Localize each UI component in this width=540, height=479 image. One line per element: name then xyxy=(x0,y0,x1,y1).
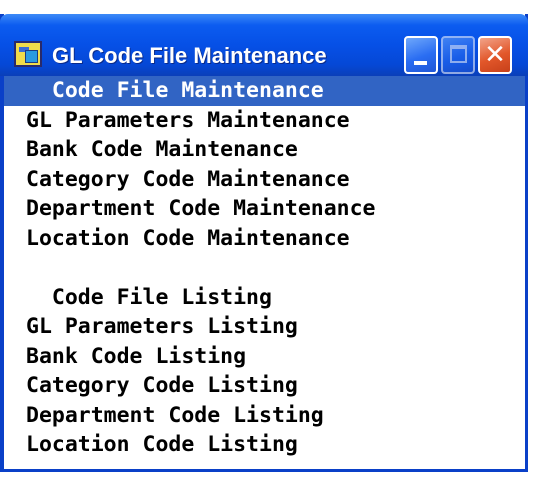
menu-item-label: GL Parameters Maintenance xyxy=(26,107,350,133)
menu-item-gl-parameters-listing[interactable]: GL Parameters Listing xyxy=(4,312,525,342)
maximize-button[interactable] xyxy=(441,36,475,74)
menu-item-gl-parameters-maintenance[interactable]: GL Parameters Maintenance xyxy=(4,106,525,136)
menu-header-label: Code File Listing xyxy=(51,284,272,310)
menu-item-bank-code-listing[interactable]: Bank Code Listing xyxy=(4,342,525,372)
menu-header-code-file-listing[interactable]: Code File Listing xyxy=(4,283,525,313)
menu-item-label: Department Code Maintenance xyxy=(26,196,376,221)
menu-item-label: Category Code Listing xyxy=(26,373,298,398)
menu-item-location-code-maintenance[interactable]: Location Code Maintenance xyxy=(4,224,525,254)
maximize-icon xyxy=(450,45,467,63)
close-button[interactable]: ✕ xyxy=(478,36,512,74)
menu-item-bank-code-maintenance[interactable]: Bank Code Maintenance xyxy=(4,135,525,165)
menu-item-label: Department Code Listing xyxy=(26,402,324,428)
menu-item-label: Bank Code Listing xyxy=(26,343,247,369)
minimize-button[interactable] xyxy=(404,36,438,74)
menu-item-label: GL Parameters Listing xyxy=(26,314,298,339)
close-icon: ✕ xyxy=(484,40,506,70)
code-menu-list: Code File Maintenance GL Parameters Main… xyxy=(4,76,525,469)
window-title: GL Code File Maintenance xyxy=(52,43,327,68)
menu-item-label: Location Code Listing xyxy=(26,432,298,457)
menu-item-location-code-listing[interactable]: Location Code Listing xyxy=(4,430,525,460)
menu-spacer xyxy=(4,253,525,283)
menu-item-label: Category Code Maintenance xyxy=(26,166,350,192)
menu-item-category-code-listing[interactable]: Category Code Listing xyxy=(4,371,525,401)
menu-item-department-code-maintenance[interactable]: Department Code Maintenance xyxy=(4,194,525,224)
menu-header-code-file-maintenance[interactable]: Code File Maintenance xyxy=(4,76,525,106)
title-bar[interactable]: GL Code File Maintenance ✕ xyxy=(0,14,528,76)
menu-item-category-code-maintenance[interactable]: Category Code Maintenance xyxy=(4,165,525,195)
minimize-icon xyxy=(414,61,427,65)
menu-header-label: Code File Maintenance xyxy=(51,78,324,103)
app-icon[interactable] xyxy=(14,41,42,67)
menu-item-label: Location Code Maintenance xyxy=(26,225,350,251)
menu-item-label: Bank Code Maintenance xyxy=(26,137,298,162)
menu-item-department-code-listing[interactable]: Department Code Listing xyxy=(4,401,525,431)
